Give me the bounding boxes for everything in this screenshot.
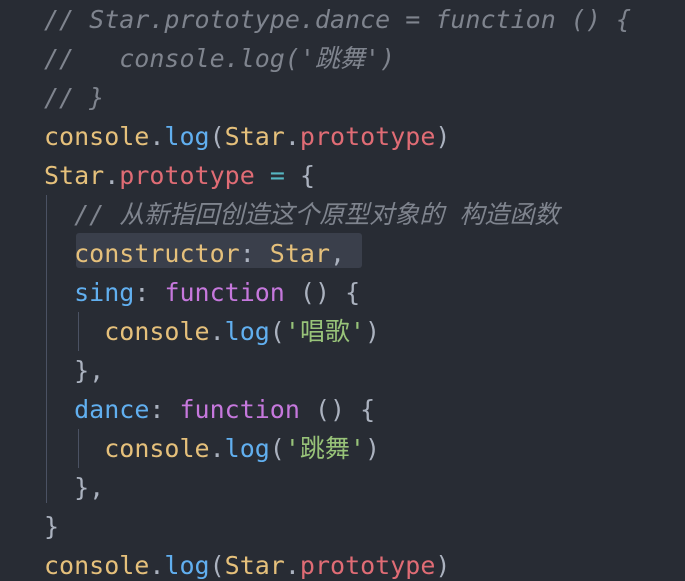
- code-token: // Star.prototype.dance = function () {: [44, 5, 631, 34]
- code-line[interactable]: console.log(Star.prototype): [44, 117, 450, 156]
- code-token: (: [209, 551, 225, 580]
- code-line[interactable]: sing: function () {: [44, 273, 360, 312]
- code-line[interactable]: console.log('唱歌'): [44, 312, 380, 351]
- code-line[interactable]: },: [44, 351, 104, 390]
- code-token: log: [164, 122, 210, 151]
- code-token: Star: [224, 551, 285, 580]
- code-token: prototype: [299, 551, 436, 580]
- code-token: .: [284, 551, 300, 580]
- code-token: log: [224, 434, 270, 463]
- code-editor[interactable]: // Star.prototype.dance = function () { /…: [0, 0, 685, 581]
- code-token: =: [269, 161, 285, 190]
- code-token: :: [239, 239, 270, 268]
- code-token: Star: [44, 161, 105, 190]
- code-token: dance: [74, 395, 150, 424]
- code-line[interactable]: },: [44, 468, 104, 507]
- code-token: Star: [269, 239, 331, 268]
- code-token: .: [104, 161, 120, 190]
- code-token: ): [364, 317, 381, 346]
- code-line[interactable]: // Star.prototype.dance = function () {: [44, 0, 631, 39]
- code-token: .: [209, 434, 225, 463]
- code-token: :: [149, 395, 180, 424]
- code-token: (: [209, 122, 225, 151]
- code-token: log: [224, 317, 270, 346]
- code-token: ): [364, 434, 381, 463]
- code-token: constructor: [74, 239, 240, 268]
- code-token: (: [269, 317, 285, 346]
- code-token: {: [299, 161, 315, 190]
- code-token: // console.log('跳舞'): [44, 44, 396, 73]
- code-line[interactable]: constructor: Star,: [44, 234, 345, 273]
- code-token: () {: [284, 278, 361, 307]
- code-token: function: [179, 395, 300, 424]
- code-line[interactable]: Star.prototype = {: [44, 156, 315, 195]
- code-token: :: [134, 278, 165, 307]
- code-token: ): [435, 122, 451, 151]
- code-token: console: [104, 434, 210, 463]
- code-token: () {: [299, 395, 376, 424]
- code-token: },: [74, 473, 105, 502]
- code-token: log: [164, 551, 210, 580]
- code-token: .: [149, 122, 165, 151]
- code-token: console: [44, 551, 150, 580]
- code-line[interactable]: dance: function () {: [44, 390, 375, 429]
- code-token: // 从新指回创造这个原型对象的 构造函数: [74, 200, 560, 229]
- code-token: .: [284, 122, 300, 151]
- code-token: prototype: [299, 122, 436, 151]
- code-token: (: [269, 434, 285, 463]
- code-line[interactable]: // 从新指回创造这个原型对象的 构造函数: [44, 195, 559, 234]
- code-token: // }: [44, 83, 105, 112]
- code-token: ,: [330, 239, 346, 268]
- code-token: function: [164, 278, 285, 307]
- code-token: prototype: [119, 161, 255, 190]
- code-token: Star: [224, 122, 285, 151]
- code-line[interactable]: console.log(Star.prototype): [44, 546, 450, 581]
- code-token: '唱歌': [284, 317, 365, 346]
- code-token: console: [44, 122, 150, 151]
- code-token: ): [435, 551, 451, 580]
- code-line[interactable]: // }: [44, 78, 104, 117]
- code-token: },: [74, 356, 105, 385]
- code-line[interactable]: // console.log('跳舞'): [44, 39, 395, 78]
- code-token: sing: [74, 278, 135, 307]
- code-line[interactable]: }: [44, 507, 59, 546]
- code-token: }: [44, 512, 60, 541]
- code-token: .: [149, 551, 165, 580]
- code-token: .: [209, 317, 225, 346]
- code-line[interactable]: console.log('跳舞'): [44, 429, 380, 468]
- code-token: '跳舞': [284, 434, 365, 463]
- code-token: console: [104, 317, 210, 346]
